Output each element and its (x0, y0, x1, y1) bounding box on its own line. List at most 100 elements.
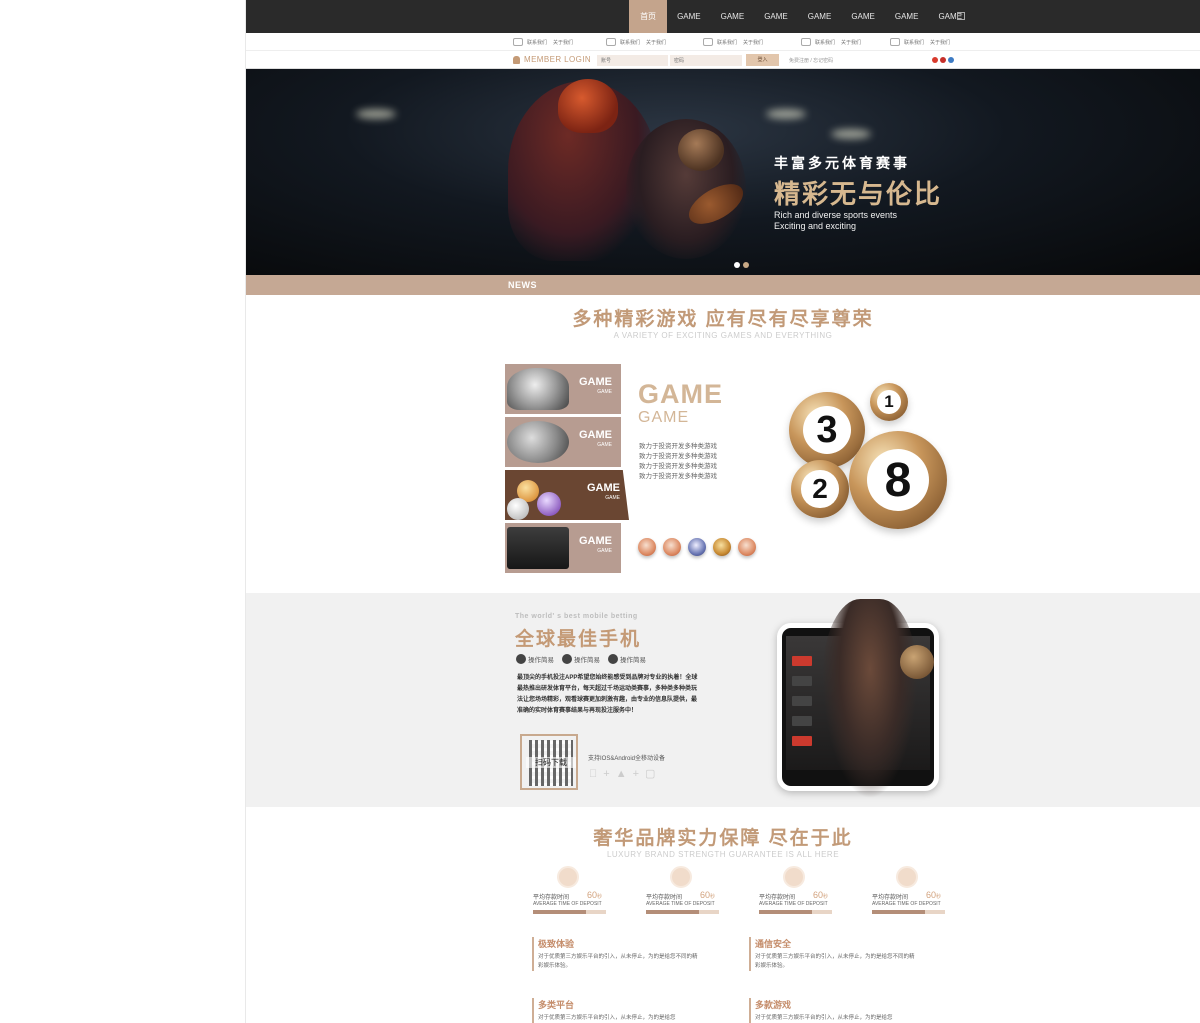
html5-icon[interactable]: ▢ (645, 767, 655, 780)
game-tile-selected[interactable]: GAME GAME (505, 470, 629, 520)
tile-sub: GAME (597, 442, 612, 448)
hero-banner: 丰富多元体育赛事 精彩无与伦比 Rich and diverse sports … (246, 69, 1200, 275)
password-input[interactable] (670, 55, 742, 66)
username-input[interactable] (597, 55, 668, 66)
quick-link-group[interactable]: 联系我们 关于我们 (703, 38, 769, 46)
nav-item-game[interactable]: GAME (667, 0, 711, 33)
mobile-feature: 操作简易 (562, 654, 600, 664)
stat-number: 60 (813, 890, 824, 900)
quick-link-group[interactable]: 联系我们 关于我们 (801, 38, 867, 46)
nav-item-game[interactable]: GAME (798, 0, 842, 33)
section-subtitle: LUXURY BRAND STRENGTH GUARANTEE IS ALL H… (606, 850, 840, 859)
feature-text: 对于优质第三方娱乐平台的引入，从未停止，为的是给您 (538, 1015, 676, 1021)
nav-item-game[interactable]: GAME (928, 0, 972, 33)
game-tile-label: GAME GAME (579, 430, 612, 450)
stat-label: 平均存款时间 (759, 895, 796, 901)
quick-link[interactable]: 联系我们 (527, 39, 547, 46)
nav-item-home[interactable]: 首页 (629, 0, 668, 33)
nav-item-game[interactable]: GAME (885, 0, 929, 33)
roulette-image (507, 421, 569, 463)
flag-icon[interactable] (940, 57, 946, 63)
desc-line: 致力于投资开发多种类游戏 (639, 453, 717, 460)
mobile-section: The world' s best mobile betting 全球最佳手机 … (246, 593, 1200, 807)
feature-block: 通信安全 对于优质第三方娱乐平台的引入，从未停止，为的是给您不同的精彩娱乐体验。 (749, 937, 919, 971)
stadium-light (356, 109, 396, 119)
section-title: 多种精彩游戏 应有尽有尽享尊荣 (572, 309, 874, 330)
clown-avatar-icon[interactable] (738, 538, 756, 556)
member-login-label: MEMBER LOGIN (513, 55, 591, 64)
hand-icon (606, 38, 616, 46)
stat-progress-fill (533, 910, 586, 914)
stat-en: AVERAGE TIME OF DEPOSIT (872, 901, 941, 907)
game-subheading: GAME (638, 409, 690, 426)
hero-title: 丰富多元体育赛事 (774, 155, 910, 171)
pool-ball-number: 1 (876, 389, 902, 415)
quick-link-group[interactable]: 联系我们 关于我们 (890, 38, 956, 46)
quick-link[interactable]: 联系我们 (717, 39, 737, 46)
desc-line: 致力于投资开发多种类游戏 (639, 473, 717, 480)
plus-icon[interactable]: + (957, 12, 965, 20)
quick-link[interactable]: 关于我们 (930, 39, 950, 46)
quick-link[interactable]: 联系我们 (815, 39, 835, 46)
quick-link[interactable]: 关于我们 (553, 39, 573, 46)
tile-sub: GAME (605, 495, 620, 501)
carousel-dot[interactable] (734, 262, 740, 268)
stat-value: 60秒 (813, 890, 828, 900)
stat-progress (872, 910, 945, 914)
monkey-avatar-icon[interactable] (713, 538, 731, 556)
stat-progress-fill (872, 910, 925, 914)
plus-separator: + (603, 768, 609, 780)
android-icon[interactable]: ▲ (616, 768, 627, 780)
carousel-dot[interactable] (743, 262, 749, 268)
game-tile[interactable]: GAME GAME (505, 417, 621, 467)
login-button[interactable]: 登入 (746, 54, 779, 66)
feature-label: 操作简易 (528, 657, 554, 664)
app-list-item (792, 736, 812, 746)
stat-unit: 秒 (710, 894, 716, 900)
luxury-section: 奢华品牌实力保障 尽在于此 LUXURY BRAND STRENGTH GUAR… (246, 807, 1200, 1023)
quick-link[interactable]: 关于我们 (646, 39, 666, 46)
app-list-item (792, 656, 812, 666)
register-links[interactable]: 免费注册 / 忘记密码 (789, 57, 833, 64)
feature-title: 极致体验 (538, 939, 575, 949)
quick-link[interactable]: 联系我们 (904, 39, 924, 46)
game-avatars (638, 538, 756, 556)
stadium-light (766, 109, 806, 119)
member-login-text: MEMBER LOGIN (524, 55, 592, 64)
qr-label: 扫码下载 (526, 757, 576, 768)
slot-machine-image (507, 527, 569, 569)
quick-link-group[interactable]: 联系我们 关于我们 (606, 38, 672, 46)
mobile-paragraph: 最顶尖的手机投注APP希望您始终能感受到品牌对专业的执着！全球最热推出研发体育平… (517, 675, 698, 714)
stat-label: 平均存款时间 (646, 895, 683, 901)
flag-icon[interactable] (932, 57, 938, 63)
news-label[interactable]: NEWS (508, 280, 537, 290)
nav-item-game[interactable]: GAME (754, 0, 798, 33)
quick-link[interactable]: 关于我们 (743, 39, 763, 46)
stat-unit: 秒 (936, 894, 942, 900)
quick-link-group[interactable]: 联系我们 关于我们 (513, 38, 579, 46)
quick-link[interactable]: 联系我们 (620, 39, 640, 46)
qr-code[interactable]: 扫码下载 (520, 734, 578, 790)
clown-avatar-icon[interactable] (638, 538, 656, 556)
nav-item-game[interactable]: GAME (711, 0, 755, 33)
game-tiles: GAME GAME GAME GAME GAME GAME GAME GAME (505, 364, 629, 576)
penguin-avatar-icon[interactable] (688, 538, 706, 556)
game-tile-label: GAME GAME (579, 536, 612, 556)
clown-avatar-icon[interactable] (663, 538, 681, 556)
hero-headline: 精彩无与伦比 (774, 179, 943, 209)
feature-label: 操作简易 (620, 657, 646, 664)
stadium-light (831, 129, 871, 139)
game-tile[interactable]: GAME GAME (505, 364, 621, 414)
stat-value: 60秒 (926, 890, 941, 900)
quick-link[interactable]: 关于我们 (841, 39, 861, 46)
handshake-icon (513, 38, 523, 46)
nav-item-game[interactable]: GAME (841, 0, 885, 33)
apple-icon[interactable]:  (589, 768, 597, 780)
game-tile[interactable]: GAME GAME (505, 523, 621, 573)
top-nav: 首页 GAME GAME GAME GAME GAME GAME GAME + (246, 0, 1200, 33)
feature-block: 极致体验 对于优质第三方娱乐平台的引入，从未停止，为的是给您不同的精彩娱乐体验。 (532, 937, 702, 971)
deposit-icon (557, 866, 579, 888)
flag-icon[interactable] (948, 57, 954, 63)
hero-caption: Rich and diverse sports events Exciting … (774, 210, 897, 232)
mobile-feature: 操作简易 (608, 654, 646, 664)
